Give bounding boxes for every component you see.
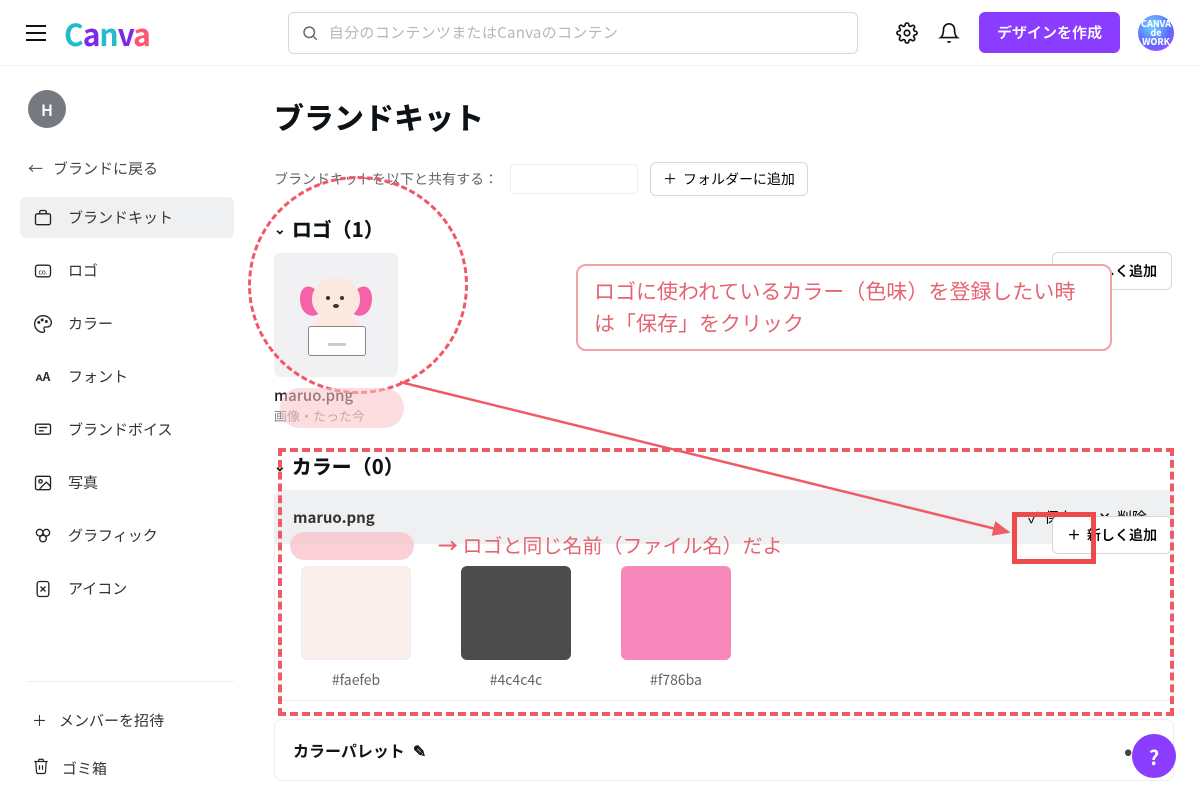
palette-bar-label: カラーパレット <box>293 738 405 762</box>
sidebar-item-voice[interactable]: ブランドボイス <box>20 409 234 450</box>
svg-text:co.: co. <box>38 266 47 276</box>
sidebar-item-label: アイコン <box>68 578 127 599</box>
palette-name: maruo.png <box>293 507 375 528</box>
swatch[interactable]: #4c4c4c <box>461 566 571 690</box>
add-color-button[interactable]: ＋ 新しく追加 <box>1052 516 1172 554</box>
search-input[interactable]: 自分のコンテンツまたはCanvaのコンテン <box>288 12 858 54</box>
palette-icon <box>32 314 54 334</box>
check-icon: ✓ <box>1028 507 1038 528</box>
plus-icon: ＋ <box>1067 261 1081 281</box>
swatch-color <box>301 566 411 660</box>
photo-icon <box>32 473 54 493</box>
color-section-title: カラー（0） <box>292 451 404 480</box>
add-label: 新しく追加 <box>1087 525 1157 545</box>
sidebar-item-label: グラフィック <box>68 525 158 546</box>
sidebar-item-icon[interactable]: アイコン <box>20 568 234 609</box>
top-bar: Canva 自分のコンテンツまたはCanvaのコンテン デザインを作成 CANV… <box>0 0 1200 66</box>
logo-section-header[interactable]: ⌄ ロゴ（1） <box>274 214 1174 243</box>
swatch-hex: #4c4c4c <box>490 670 543 690</box>
swatch[interactable]: #f786ba <box>621 566 731 690</box>
logo-image <box>298 274 374 356</box>
menu-icon[interactable] <box>26 25 46 41</box>
trash-label: ゴミ箱 <box>62 758 107 779</box>
logo-sublabel: 画像・たった今 <box>274 406 1174 425</box>
sidebar-item-label: ブランドキット <box>68 207 173 228</box>
main: ブランドキット ブランドキットを以下と共有する： ＋ フォルダーに追加 ＋ 新し… <box>248 66 1200 800</box>
sidebar: H ← ブランドに戻る ブランドキット co. ロゴ カラー ᴀA フォント ブ… <box>0 66 248 800</box>
logo-section-title: ロゴ（1） <box>292 214 384 243</box>
swatch[interactable]: #faefeb <box>301 566 411 690</box>
bell-icon[interactable] <box>937 21 961 45</box>
swatch-row: #faefeb #4c4c4c #f786ba <box>275 544 1173 700</box>
sidebar-item-label: 写真 <box>68 472 98 493</box>
invite-label: メンバーを招待 <box>59 710 164 731</box>
page-title: ブランドキット <box>274 94 1174 138</box>
brandkit-icon <box>32 208 54 228</box>
logo-section: ⌄ ロゴ（1） maruo.png 画像・たった今 <box>274 214 1174 425</box>
plus-icon: ＋ <box>663 169 677 189</box>
logo-icon: co. <box>32 261 54 281</box>
swatch-color <box>461 566 571 660</box>
back-to-brand[interactable]: ← ブランドに戻る <box>28 158 234 179</box>
plus-icon: ＋ <box>1067 525 1081 545</box>
logo-thumbnail[interactable] <box>274 253 398 377</box>
sidebar-item-photo[interactable]: 写真 <box>20 462 234 503</box>
sidebar-item-font[interactable]: ᴀA フォント <box>20 356 234 397</box>
sidebar-item-label: ロゴ <box>68 260 98 281</box>
plus-icon: ＋ <box>32 710 47 731</box>
color-section-header[interactable]: ⌄ カラー（0） <box>274 451 1174 480</box>
chevron-down-icon: ⌄ <box>274 456 286 476</box>
help-button[interactable]: ? <box>1132 734 1176 778</box>
color-section: ⌄ カラー（0） maruo.png ✓ 保存 ✕ 削除 <box>274 451 1174 781</box>
sidebar-item-logo[interactable]: co. ロゴ <box>20 250 234 291</box>
sidebar-item-label: フォント <box>68 366 128 387</box>
sidebar-item-graphic[interactable]: グラフィック <box>20 515 234 556</box>
chevron-down-icon: ⌄ <box>274 219 286 239</box>
swatch-hex: #faefeb <box>332 670 380 690</box>
sidebar-item-label: カラー <box>68 313 113 334</box>
folder-btn-label: フォルダーに追加 <box>683 169 795 189</box>
sidebar-item-color[interactable]: カラー <box>20 303 234 344</box>
sidebar-item-label: ブランドボイス <box>68 419 173 440</box>
trash[interactable]: ゴミ箱 <box>28 749 234 788</box>
palette-header: maruo.png ✓ 保存 ✕ 削除 <box>275 491 1173 544</box>
search-icon <box>301 24 319 42</box>
add-to-folder-button[interactable]: ＋ フォルダーに追加 <box>650 162 808 196</box>
iconset-icon <box>32 579 54 599</box>
swatch-hex: #f786ba <box>650 670 702 690</box>
user-avatar[interactable]: CANVA de WORK <box>1138 15 1174 51</box>
team-avatar[interactable]: H <box>28 90 66 128</box>
logo-filename: maruo.png <box>274 385 1174 406</box>
settings-icon[interactable] <box>895 21 919 45</box>
palette-bar[interactable]: カラーパレット ✎ ••• <box>274 719 1174 781</box>
search-placeholder: 自分のコンテンツまたはCanvaのコンテン <box>329 22 618 43</box>
share-input[interactable] <box>510 164 638 194</box>
invite-members[interactable]: ＋ メンバーを招待 <box>28 702 234 739</box>
top-right: デザインを作成 CANVA de WORK <box>895 12 1174 53</box>
back-label: ブランドに戻る <box>53 158 158 179</box>
pencil-icon[interactable]: ✎ <box>413 738 426 762</box>
graphic-icon <box>32 526 54 546</box>
share-label: ブランドキットを以下と共有する： <box>274 169 498 189</box>
swatch-color <box>621 566 731 660</box>
canva-logo[interactable]: Canva <box>64 11 150 55</box>
add-logo-button[interactable]: ＋ 新しく追加 <box>1052 252 1172 290</box>
voice-icon <box>32 420 54 440</box>
create-design-button[interactable]: デザインを作成 <box>979 12 1120 53</box>
font-icon: ᴀA <box>32 368 54 385</box>
sidebar-item-brandkit[interactable]: ブランドキット <box>20 197 234 238</box>
share-bar: ブランドキットを以下と共有する： ＋ フォルダーに追加 <box>274 162 1174 196</box>
arrow-left-icon: ← <box>28 158 43 179</box>
add-label: 新しく追加 <box>1087 261 1157 281</box>
palette-card: maruo.png ✓ 保存 ✕ 削除 <box>274 490 1174 701</box>
trash-icon <box>32 757 50 780</box>
